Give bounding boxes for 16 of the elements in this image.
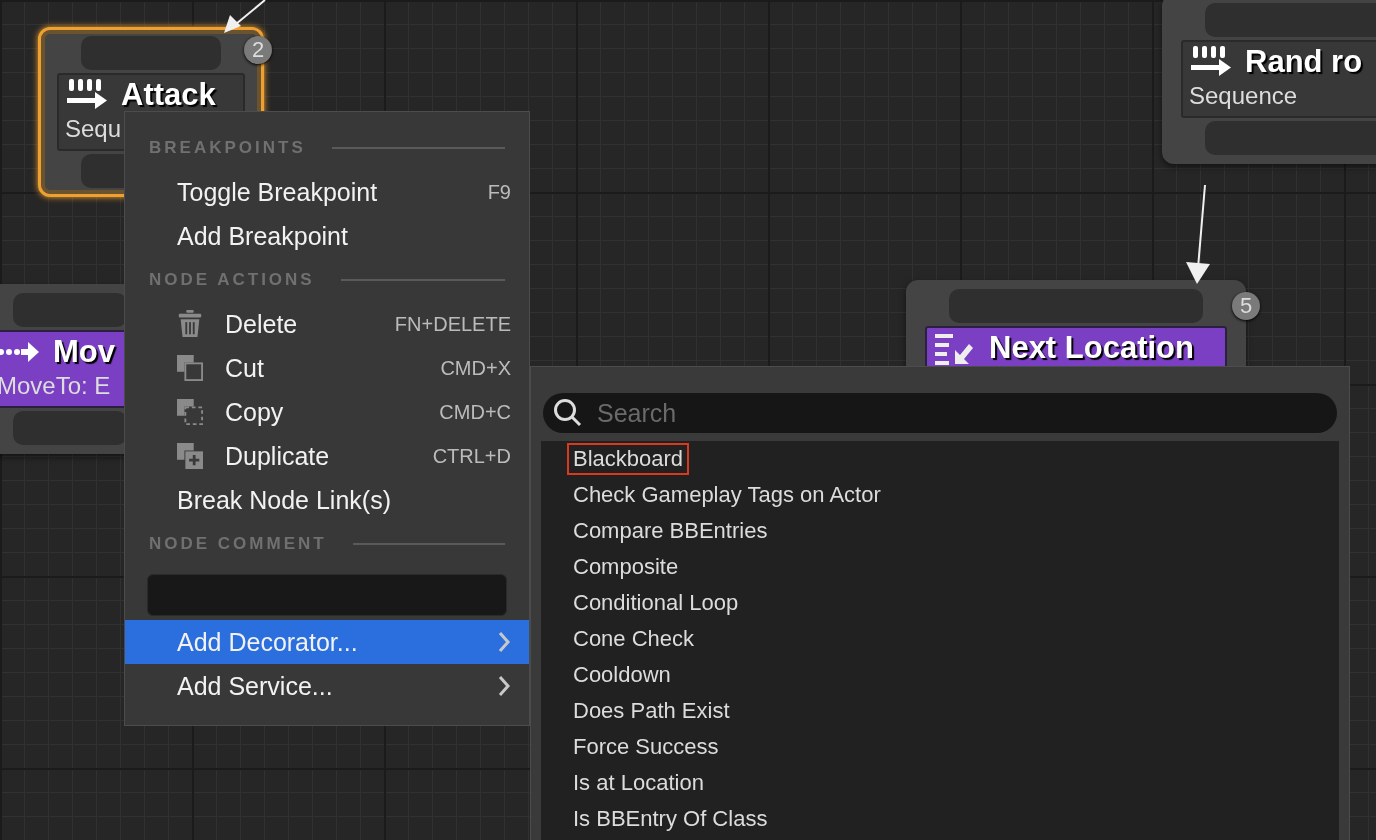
shortcut-label: CMD+C (439, 400, 511, 424)
node-title: Next Location (989, 330, 1194, 366)
section-heading: BREAKPOINTS (149, 138, 306, 158)
node-subtitle: Sequence (1189, 81, 1298, 111)
shortcut-label: CMD+X (440, 356, 511, 380)
node-title: Mov (53, 334, 115, 370)
section-heading: NODE COMMENT (149, 534, 327, 554)
order-badge: 5 (1232, 292, 1260, 320)
shortcut-label: F9 (487, 180, 511, 204)
section-heading: NODE ACTIONS (149, 270, 315, 290)
node-subtitle: Sequ (65, 114, 122, 144)
shortcut-label: FN+DELETE (394, 312, 511, 336)
shortcut-label: CTRL+D (432, 444, 511, 468)
order-badge: 2 (244, 36, 272, 64)
node-title: Rand ro (1245, 44, 1363, 80)
node-title: Attack (121, 77, 216, 113)
